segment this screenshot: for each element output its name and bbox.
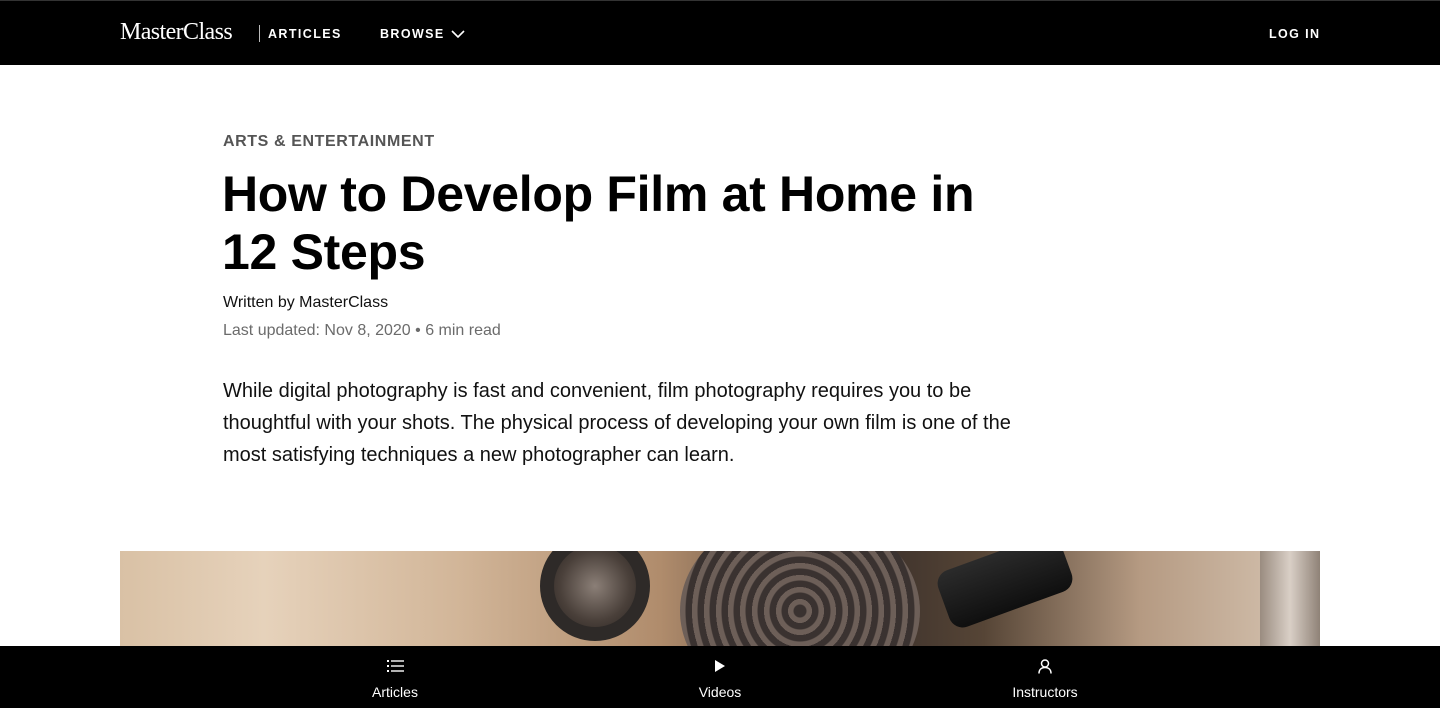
bottom-nav-articles[interactable]: Articles (315, 646, 475, 708)
bottom-nav-label: Videos (698, 684, 742, 700)
bottom-navbar: Articles Videos Instructors (0, 646, 1440, 708)
film-canister-illustration (540, 551, 650, 641)
articles-section-link[interactable]: ARTICLES (268, 27, 342, 41)
article-title: How to Develop Film at Home in 12 Steps (222, 166, 975, 280)
masterclass-logo[interactable]: MasterClass (120, 19, 233, 46)
browse-label: BROWSE (380, 27, 445, 41)
play-icon (714, 658, 726, 674)
hero-image (120, 551, 1320, 646)
bottom-nav-label: Articles (372, 684, 418, 700)
film-reel-illustration (680, 551, 920, 646)
logo-divider (259, 25, 260, 42)
bottle-illustration (1260, 551, 1320, 646)
chevron-down-icon (451, 29, 465, 39)
article-category[interactable]: ARTS & ENTERTAINMENT (223, 133, 435, 151)
top-navbar: MasterClass ARTICLES BROWSE LOG IN (0, 0, 1440, 65)
list-icon (386, 658, 404, 674)
browse-menu-button[interactable]: BROWSE (380, 27, 465, 41)
bottom-nav-videos[interactable]: Videos (640, 646, 800, 708)
article-meta: Last updated: Nov 8, 2020 • 6 min read (223, 322, 501, 339)
login-button[interactable]: LOG IN (1269, 27, 1320, 41)
person-icon (1038, 658, 1052, 674)
developing-tank-knob-illustration (933, 551, 1077, 632)
article-byline: Written by MasterClass (223, 294, 389, 311)
article-intro: While digital photography is fast and co… (223, 380, 1011, 466)
bottom-nav-label: Instructors (1012, 684, 1078, 700)
bottom-nav-instructors[interactable]: Instructors (965, 646, 1125, 708)
